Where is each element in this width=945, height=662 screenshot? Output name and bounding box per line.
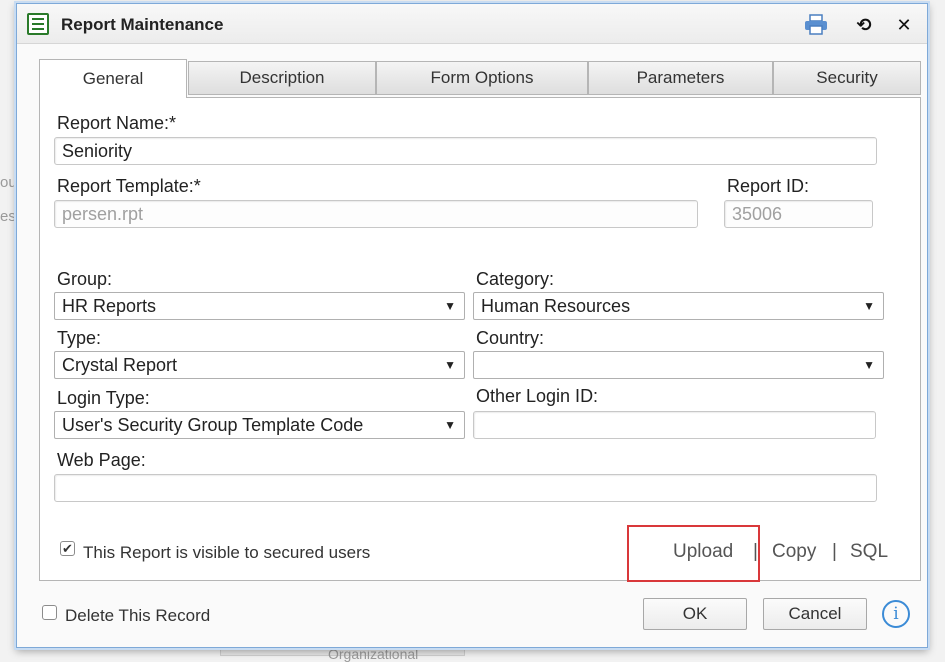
delete-record-checkbox[interactable] [42,605,57,620]
group-select-value: HR Reports [62,296,157,316]
refresh-icon[interactable]: ⟲ [853,14,875,36]
type-label: Type: [57,328,102,348]
country-label: Country: [476,328,545,348]
dropdown-arrow-icon: ▼ [444,418,456,432]
visible-to-secured-checkbox[interactable]: ✔ [60,541,75,556]
dialog-title: Report Maintenance [61,15,224,34]
other-login-id-input[interactable] [473,411,876,439]
group-label: Group: [57,269,113,289]
report-id-label: Report ID: [727,176,810,196]
tab-description[interactable]: Description [188,61,376,95]
link-separator: | [753,541,758,562]
sql-link[interactable]: SQL [850,541,888,563]
type-select[interactable]: Crystal Report ▼ [54,351,465,379]
tab-form-options[interactable]: Form Options [376,61,588,95]
close-icon[interactable]: ✕ [893,14,915,36]
dropdown-arrow-icon: ▼ [444,358,456,372]
background-text: ou [0,174,17,191]
title-bar: Report Maintenance ⟲ ✕ [17,4,927,44]
report-maintenance-dialog: Report Maintenance ⟲ ✕ General Descripti… [16,3,928,648]
login-type-select[interactable]: User's Security Group Template Code ▼ [54,411,465,439]
report-id-input: 35006 [724,200,873,228]
copy-link[interactable]: Copy [772,541,816,563]
report-template-input: persen.rpt [54,200,698,228]
country-select[interactable]: ▼ [473,351,884,379]
info-icon[interactable]: i [882,600,910,628]
category-select[interactable]: Human Resources ▼ [473,292,884,320]
background-text: Organizational [328,646,419,662]
web-page-label: Web Page: [57,450,146,470]
other-login-id-label: Other Login ID: [476,386,599,406]
login-type-select-value: User's Security Group Template Code [62,415,364,435]
ok-button[interactable]: OK [643,598,747,630]
dropdown-arrow-icon: ▼ [863,299,875,313]
link-separator: | [832,541,837,562]
dropdown-arrow-icon: ▼ [863,358,875,372]
category-select-value: Human Resources [481,296,631,316]
print-icon[interactable] [803,14,829,36]
dropdown-arrow-icon: ▼ [444,299,456,313]
group-select[interactable]: HR Reports ▼ [54,292,465,320]
report-template-label: Report Template:* [57,176,201,196]
report-name-input[interactable]: Seniority [54,137,877,165]
category-label: Category: [476,269,555,289]
tab-security[interactable]: Security [773,61,921,95]
web-page-input[interactable] [54,474,877,502]
login-type-label: Login Type: [57,388,150,408]
upload-link[interactable]: Upload [673,541,733,563]
report-icon [27,13,49,35]
tab-general[interactable]: General [39,59,187,98]
visible-to-secured-label: This Report is visible to secured users [83,543,371,562]
report-name-label: Report Name:* [57,113,177,133]
tab-parameters[interactable]: Parameters [588,61,773,95]
cancel-button[interactable]: Cancel [763,598,867,630]
delete-record-label: Delete This Record [65,606,211,625]
type-select-value: Crystal Report [62,355,178,375]
